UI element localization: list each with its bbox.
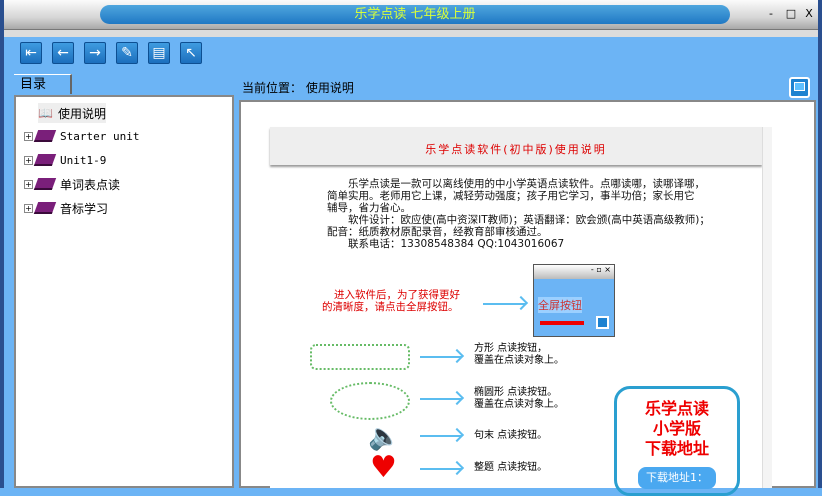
arrow-icon	[420, 468, 462, 470]
arrow-icon	[420, 356, 462, 358]
intro-line: 乐学点读是一款可以离线使用的中小学英语点读软件。点哪读哪，读哪译哪，	[327, 178, 705, 190]
forward-icon[interactable]: →	[84, 42, 106, 64]
fullscreen-screenshot: - ▫ × 全屏按钮	[533, 264, 615, 337]
tab-contents[interactable]: 目录	[14, 74, 72, 94]
promo-line: 乐学点读	[644, 399, 709, 418]
expand-icon[interactable]: +	[24, 155, 33, 165]
close-button[interactable]: X	[802, 7, 816, 21]
rect-button-sample	[310, 344, 410, 370]
open-book-icon: 📖	[38, 106, 53, 120]
tree-item-phonetics[interactable]: + 音标学习	[24, 198, 108, 218]
intro-line: 软件设计：欧应使(高中资深IT教师)；英语翻译：欧会颁(高中英语高级教师)；	[327, 214, 710, 226]
thumb-titlebar: - ▫ ×	[534, 265, 614, 279]
promo-box: 乐学点读 小学版 下载地址 下载地址1：	[614, 386, 740, 496]
rect-label: 覆盖在点读对象上。	[474, 355, 564, 366]
intro-line: 配音：纸质教材原配录音，经教育部审核通过。	[327, 226, 548, 238]
arrow-icon	[483, 303, 526, 305]
promo-line: 下载地址	[644, 439, 709, 458]
promo-line: 小学版	[652, 419, 701, 438]
tree-item-wordlist[interactable]: + 单词表点读	[24, 174, 120, 194]
contents-tree: 📖 使用说明 + Starter unit + Unit1-9 + 单词表点读 + 音标学…	[14, 95, 234, 488]
bookmark-icon[interactable]: ▤	[148, 42, 170, 64]
notes-icon[interactable]: ✎	[116, 42, 138, 64]
tree-item-label: Unit1-9	[60, 153, 107, 167]
whole-label: 整题 点读按钮。	[474, 462, 548, 473]
tree-item-label: Starter unit	[60, 129, 140, 143]
expand-icon[interactable]: +	[24, 179, 33, 189]
document-scrollbar[interactable]	[762, 127, 772, 488]
tree-item-units[interactable]: + Unit1-9	[24, 150, 106, 170]
thumb-label: 全屏按钮	[538, 297, 582, 313]
ellipse-label: 椭圆形 点读按钮。	[474, 387, 558, 398]
exit-icon[interactable]: ⇤	[20, 42, 42, 64]
back-icon[interactable]: ←	[52, 42, 74, 64]
tree-item-label: 单词表点读	[60, 177, 121, 192]
monitor-icon	[794, 82, 805, 91]
breadcrumb: 当前位置： 使用说明	[242, 81, 354, 95]
ellipse-button-sample	[330, 382, 410, 420]
tree-item-starter[interactable]: + Starter unit	[24, 126, 139, 146]
ellipse-label: 覆盖在点读对象上。	[474, 399, 564, 410]
tree-item-label: 音标学习	[60, 201, 109, 216]
download-link-button[interactable]: 下载地址1：	[638, 467, 716, 489]
window-frame-right	[818, 0, 822, 488]
maximize-button[interactable]: □	[784, 7, 798, 21]
window-title: 乐学点读 七年级上册	[100, 5, 730, 24]
monitor-icon	[596, 316, 609, 329]
tree-item-label: 使用说明	[57, 106, 106, 121]
intro-line: 简单实用。老师用它上课，减轻劳动强度；孩子用它学习，事半功倍；家长用它	[327, 190, 695, 202]
menu-strip	[0, 30, 822, 37]
arrow-icon	[420, 435, 462, 437]
intro-line: 辅导，省力省心。	[327, 202, 411, 214]
fullscreen-button[interactable]	[789, 77, 810, 98]
tree-item-instructions[interactable]: 📖 使用说明	[38, 103, 106, 123]
book-icon	[33, 154, 57, 166]
arrow-icon	[420, 398, 462, 400]
minimize-button[interactable]: -	[764, 7, 778, 21]
speaker-icon: 🔈	[368, 422, 401, 452]
book-icon	[33, 178, 57, 190]
rect-label: 方形 点读按钮，	[474, 343, 548, 354]
fullscreen-tip: 的清晰度，请点击全屏按钮。	[322, 301, 459, 313]
intro-line: 联系电话：13308548384 QQ:1043016067	[327, 238, 565, 250]
book-icon	[33, 202, 57, 214]
red-arrow-icon	[540, 321, 584, 325]
book-icon	[33, 130, 57, 142]
window-frame-left	[0, 0, 4, 488]
document-title: 乐学点读软件(初中版)使用说明	[270, 127, 762, 165]
expand-icon[interactable]: +	[24, 203, 33, 213]
sentence-label: 句末 点读按钮。	[474, 430, 548, 441]
pointer-icon[interactable]: ↖	[180, 42, 202, 64]
expand-icon[interactable]: +	[24, 131, 33, 141]
heart-icon: ♥	[370, 450, 397, 485]
